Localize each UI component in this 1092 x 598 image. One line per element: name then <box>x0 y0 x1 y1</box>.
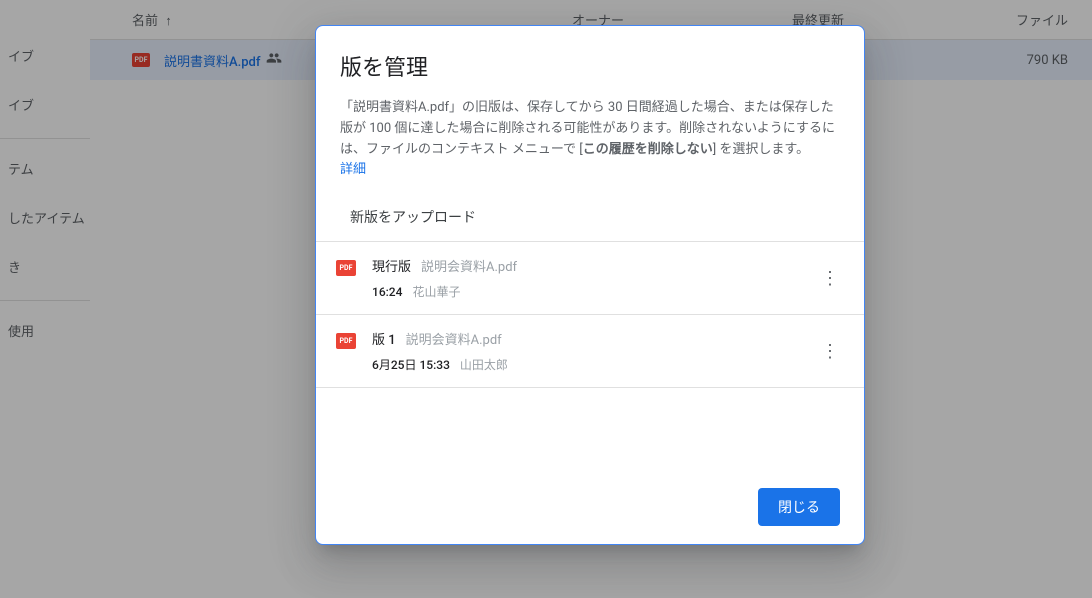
version-user: 花山華子 <box>412 283 460 300</box>
version-user: 山田太郎 <box>460 356 508 373</box>
version-info: 現行版 説明会資料A.pdf 16:24 花山華子 <box>372 256 814 300</box>
details-link[interactable]: 詳細 <box>340 162 366 177</box>
version-label: 版 1 <box>372 329 396 348</box>
pdf-icon: PDF <box>336 260 356 276</box>
more-options-button[interactable]: ⋮ <box>814 262 846 294</box>
dialog-footer: 閉じる <box>316 472 864 544</box>
version-label: 現行版 <box>372 256 411 275</box>
upload-new-version-button[interactable]: 新版をアップロード <box>316 193 864 242</box>
version-time: 6月25日 15:33 <box>372 356 450 373</box>
version-filename: 説明会資料A.pdf <box>421 256 517 275</box>
pdf-icon: PDF <box>336 333 356 349</box>
dialog-title: 版を管理 <box>316 50 864 98</box>
close-button[interactable]: 閉じる <box>758 488 840 526</box>
desc-post: ] を選択します。 <box>713 142 809 157</box>
version-time: 16:24 <box>372 285 402 299</box>
manage-versions-dialog: 版を管理 「説明書資料A.pdf」の旧版は、保存してから 30 日間経過した場合… <box>315 25 865 545</box>
version-row: PDF 版 1 説明会資料A.pdf 6月25日 15:33 山田太郎 ⋮ <box>316 315 864 388</box>
more-vert-icon: ⋮ <box>821 341 839 362</box>
version-filename: 説明会資料A.pdf <box>406 329 502 348</box>
desc-bold: この履歴を削除しない <box>583 142 713 157</box>
more-options-button[interactable]: ⋮ <box>814 335 846 367</box>
version-row-current: PDF 現行版 説明会資料A.pdf 16:24 花山華子 ⋮ <box>316 242 864 315</box>
version-info: 版 1 説明会資料A.pdf 6月25日 15:33 山田太郎 <box>372 329 814 373</box>
dialog-description: 「説明書資料A.pdf」の旧版は、保存してから 30 日間経過した場合、または保… <box>316 98 864 181</box>
more-vert-icon: ⋮ <box>821 268 839 289</box>
